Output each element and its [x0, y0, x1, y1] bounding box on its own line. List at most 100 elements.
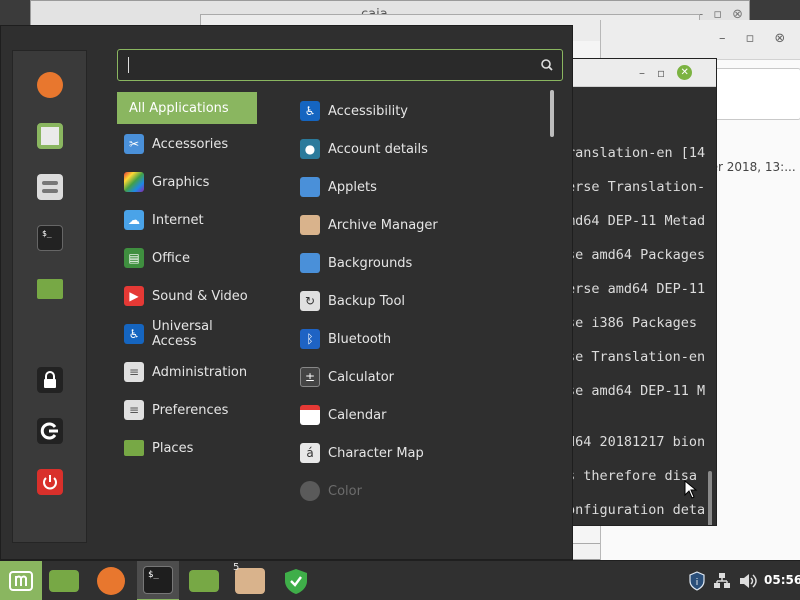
- terminal-line: ranslation-en [14: [567, 145, 706, 161]
- maximize-icon[interactable]: ▫: [657, 66, 665, 80]
- backup-tool-icon: ↻: [300, 291, 320, 311]
- category-label: Administration: [152, 364, 248, 380]
- network-icon[interactable]: [712, 561, 732, 600]
- terminal-line: erse Translation-: [567, 179, 706, 195]
- archive-manager-launcher[interactable]: 5: [229, 561, 271, 600]
- character-map-icon: á: [300, 443, 320, 463]
- lock-icon[interactable]: [37, 367, 63, 393]
- mint-logo-icon: [9, 571, 33, 591]
- places-folder-icon: [124, 440, 144, 456]
- category-sound-video[interactable]: ▶ Sound & Video: [117, 280, 257, 312]
- app-calculator[interactable]: ± Calculator: [300, 361, 394, 393]
- logout-icon[interactable]: [37, 418, 63, 444]
- show-desktop-button[interactable]: [43, 561, 85, 600]
- category-label: Internet: [152, 212, 204, 228]
- archive-manager-icon: [300, 215, 320, 235]
- category-graphics[interactable]: Graphics: [117, 166, 257, 198]
- mint-menu-button[interactable]: [0, 561, 42, 600]
- app-label: Calculator: [328, 369, 395, 385]
- category-administration[interactable]: ≡ Administration: [117, 356, 257, 388]
- account-details-icon: ●: [300, 139, 320, 159]
- category-label: Universal Access: [152, 319, 213, 349]
- menu-scrollbar[interactable]: [550, 90, 554, 137]
- app-account-details[interactable]: ● Account details: [300, 133, 428, 165]
- app-backgrounds[interactable]: Backgrounds: [300, 247, 412, 279]
- backgrounds-icon: [300, 253, 320, 273]
- app-bluetooth[interactable]: ᛒ Bluetooth: [300, 323, 391, 355]
- terminal-line: se i386 Packages: [567, 315, 698, 331]
- firefox-launcher[interactable]: [90, 561, 132, 600]
- text-cursor: [128, 57, 129, 73]
- category-office[interactable]: ▤ Office: [117, 242, 257, 274]
- clock[interactable]: 05:56: [764, 573, 800, 587]
- volume-icon[interactable]: [737, 561, 759, 600]
- app-label: Color: [328, 483, 362, 499]
- file-window-titlebar[interactable]: – ▫ ⊗: [601, 20, 800, 60]
- files-launcher[interactable]: [183, 561, 225, 600]
- app-label: Character Map: [328, 445, 424, 461]
- terminal-icon[interactable]: $_: [37, 225, 63, 251]
- category-label: Office: [152, 250, 190, 266]
- firefox-icon: [97, 567, 125, 595]
- close-icon[interactable]: ✕: [677, 65, 693, 80]
- shield-icon: [285, 569, 307, 594]
- window-count-badge: 5: [233, 562, 240, 573]
- minimize-icon[interactable]: –: [719, 31, 726, 46]
- office-icon: ▤: [124, 248, 144, 268]
- app-accessibility[interactable]: ♿ Accessibility: [300, 95, 408, 127]
- terminal-line: onfiguration deta: [567, 502, 706, 518]
- maximize-icon[interactable]: ▫: [746, 31, 755, 46]
- close-icon[interactable]: ⊗: [774, 31, 785, 46]
- software-manager-icon[interactable]: [37, 123, 63, 149]
- category-accessories[interactable]: ✂ Accessories: [117, 128, 257, 160]
- settings-icon[interactable]: [37, 174, 63, 200]
- shield-tray-icon[interactable]: i: [686, 561, 708, 600]
- archive-manager-icon: [235, 568, 265, 594]
- category-all-applications[interactable]: All Applications: [117, 92, 257, 124]
- search-input[interactable]: [117, 49, 563, 81]
- app-label: Accessibility: [328, 103, 408, 119]
- app-label: Calendar: [328, 407, 387, 423]
- show-desktop-icon: [49, 570, 79, 592]
- app-backup-tool[interactable]: ↻ Backup Tool: [300, 285, 405, 317]
- category-internet[interactable]: ☁ Internet: [117, 204, 257, 236]
- terminal-scrollbar[interactable]: [708, 471, 712, 525]
- terminal-output[interactable]: ranslation-en [14 erse Translation- md64…: [561, 87, 716, 525]
- preferences-icon: ≡: [124, 400, 144, 420]
- app-calendar[interactable]: Calendar: [300, 399, 386, 431]
- app-label: Archive Manager: [328, 217, 438, 233]
- mouse-pointer-icon: [684, 480, 698, 499]
- terminal-titlebar[interactable]: – ▫ ✕: [561, 59, 716, 87]
- terminal-icon: $_: [143, 566, 173, 594]
- terminal-launcher[interactable]: $_: [137, 561, 179, 600]
- category-label: Accessories: [152, 136, 229, 152]
- category-places[interactable]: Places: [117, 432, 257, 464]
- applets-icon: [300, 177, 320, 197]
- category-preferences[interactable]: ≡ Preferences: [117, 394, 257, 426]
- terminal-line: se Translation-en: [567, 349, 706, 365]
- bluetooth-icon: ᛒ: [300, 329, 320, 349]
- update-manager-launcher[interactable]: [275, 561, 317, 600]
- calculator-icon: ±: [300, 367, 320, 387]
- app-label: Backgrounds: [328, 255, 413, 271]
- app-applets[interactable]: Applets: [300, 171, 377, 203]
- app-character-map[interactable]: á Character Map: [300, 437, 424, 469]
- terminal-line: md64 DEP-11 Metad: [567, 213, 706, 229]
- terminal-line: erse amd64 DEP-11: [567, 281, 706, 297]
- app-archive-manager[interactable]: Archive Manager: [300, 209, 438, 241]
- folder-icon[interactable]: [37, 279, 63, 299]
- minimize-icon[interactable]: –: [639, 66, 645, 80]
- terminal-line: d64 20181217 bion: [567, 434, 706, 450]
- power-icon[interactable]: [37, 469, 63, 495]
- app-color[interactable]: Color: [300, 475, 362, 507]
- folder-icon: [189, 570, 219, 592]
- terminal-window[interactable]: – ▫ ✕ ranslation-en [14 erse Translation…: [560, 58, 717, 526]
- administration-icon: ≡: [124, 362, 144, 382]
- category-universal-access[interactable]: ♿ Universal Access: [117, 318, 257, 350]
- terminal-line: se amd64 DEP-11 M: [567, 383, 706, 399]
- calendar-icon: [300, 405, 320, 425]
- terminal-line: s therefore disa: [567, 468, 698, 484]
- category-label: Preferences: [152, 402, 229, 418]
- firefox-icon[interactable]: [37, 72, 63, 98]
- application-menu: $_ All Applications ✂ Accessories Graphi…: [0, 25, 573, 560]
